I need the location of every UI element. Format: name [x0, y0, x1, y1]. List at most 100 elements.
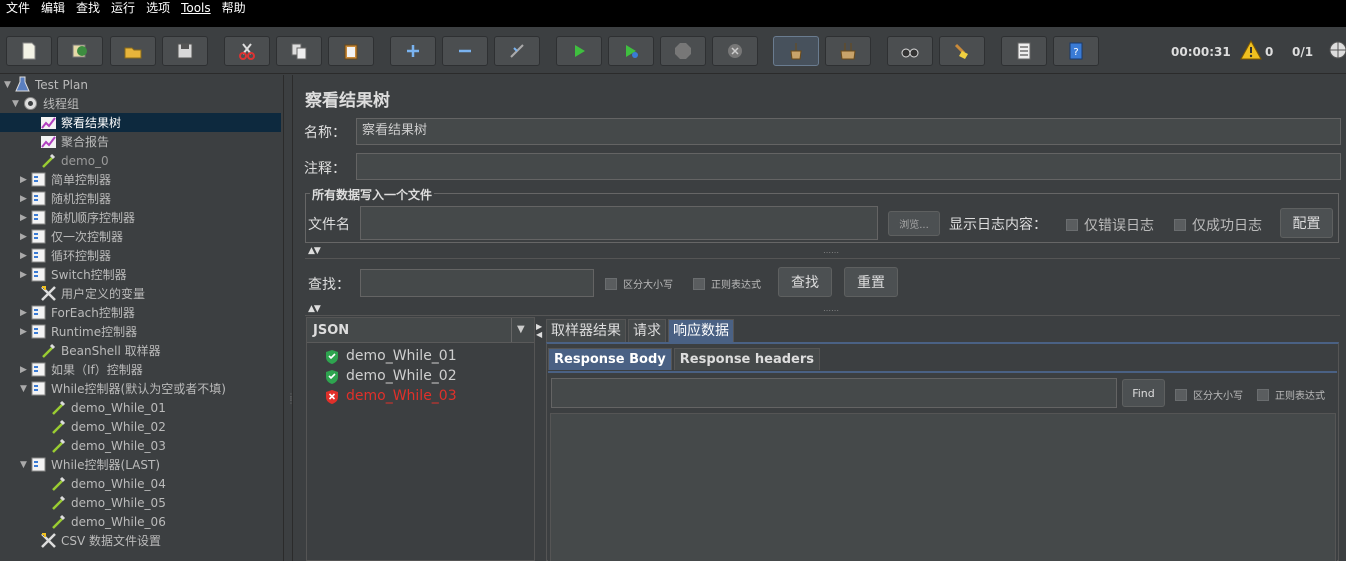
collapsed-toggle-icon[interactable]: ▶	[20, 270, 30, 280]
menu-help[interactable]: 帮助	[222, 0, 246, 16]
response-find-button[interactable]: Find	[1122, 379, 1165, 407]
search-case-checkbox[interactable]: 区分大小写	[605, 276, 673, 291]
response-text-area[interactable]	[550, 413, 1336, 561]
filename-field[interactable]	[360, 206, 878, 240]
tree-node[interactable]: BeanShell 取样器	[0, 341, 161, 360]
start-button[interactable]	[556, 36, 602, 66]
cut-button[interactable]	[224, 36, 270, 66]
tree-node[interactable]: ▼ Test Plan	[0, 75, 88, 94]
tree-node[interactable]: ▼ While控制器(默认为空或者不填)	[0, 379, 226, 398]
tree-splitter[interactable]: ⋮ ⋮	[283, 75, 295, 561]
tree-node[interactable]: ▶ 随机控制器	[0, 189, 111, 208]
collapsed-toggle-icon[interactable]: ▶	[20, 175, 30, 185]
configure-button[interactable]: 配置	[1280, 208, 1333, 238]
find-button[interactable]: 查找	[778, 267, 832, 297]
function-helper-button[interactable]	[1001, 36, 1047, 66]
renderer-select[interactable]: JSON ▼	[307, 318, 534, 343]
menu-run[interactable]: 运行	[111, 0, 135, 16]
expanded-toggle-icon[interactable]: ▼	[12, 99, 22, 109]
detail-tab[interactable]: 取样器结果	[546, 319, 626, 343]
search-button[interactable]	[887, 36, 933, 66]
tree-node[interactable]: ▼ While控制器(LAST)	[0, 455, 160, 474]
collapsed-toggle-icon[interactable]: ▶	[20, 251, 30, 261]
collapsed-toggle-icon[interactable]: ▶	[20, 232, 30, 242]
split-grip-2[interactable]: ⋯⋯	[823, 306, 839, 315]
tree-node[interactable]: ▶ 循环控制器	[0, 246, 111, 265]
split-grip-1[interactable]: ⋯⋯	[823, 248, 839, 257]
response-find-field[interactable]	[551, 378, 1117, 408]
split-arrows-2[interactable]: ▲▼	[308, 304, 321, 314]
result-item[interactable]: demo_While_03	[325, 388, 457, 404]
search-field[interactable]	[360, 269, 594, 297]
tree-node[interactable]: ▶ 简单控制器	[0, 170, 111, 189]
shutdown-button[interactable]	[712, 36, 758, 66]
response-regex-checkbox[interactable]: 正则表达式	[1257, 387, 1325, 402]
search-regex-checkbox[interactable]: 正则表达式	[693, 276, 761, 291]
menu-options[interactable]: 选项	[146, 0, 170, 16]
collapsed-toggle-icon[interactable]: ▶	[20, 308, 30, 318]
tree-node[interactable]: demo_While_03	[0, 436, 166, 455]
detail-tab[interactable]: 请求	[628, 319, 666, 343]
clear-button[interactable]	[773, 36, 819, 66]
collapsed-toggle-icon[interactable]: ▶	[20, 213, 30, 223]
copy-button[interactable]	[276, 36, 322, 66]
tree-node[interactable]: ▼ 线程组	[0, 94, 79, 113]
tree-node[interactable]: ▶ Switch控制器	[0, 265, 127, 284]
tree-node[interactable]: ▶ 如果（If）控制器	[0, 360, 143, 379]
stop-button[interactable]	[660, 36, 706, 66]
start-no-pause-button[interactable]	[608, 36, 654, 66]
menu-tools[interactable]: Tools	[181, 0, 211, 16]
expanded-toggle-icon[interactable]: ▼	[4, 80, 14, 90]
save-button[interactable]	[162, 36, 208, 66]
tree-node[interactable]: ▶ 随机顺序控制器	[0, 208, 135, 227]
tree-node[interactable]: 聚合报告	[0, 132, 109, 151]
success-only-checkbox[interactable]: 仅成功日志	[1174, 215, 1262, 235]
reset-search-button[interactable]	[939, 36, 985, 66]
collapsed-toggle-icon[interactable]: ▶	[20, 327, 30, 337]
templates-button[interactable]	[57, 36, 103, 66]
tree-node[interactable]: demo_While_02	[0, 417, 166, 436]
expand-button[interactable]	[390, 36, 436, 66]
response-case-checkbox[interactable]: 区分大小写	[1175, 387, 1243, 402]
errors-only-checkbox[interactable]: 仅错误日志	[1066, 215, 1154, 235]
toggle-button[interactable]	[494, 36, 540, 66]
tree-node[interactable]: ▶ ForEach控制器	[0, 303, 135, 322]
tree-node[interactable]: 察看结果树	[0, 113, 281, 132]
collapsed-toggle-icon[interactable]: ▶	[20, 194, 30, 204]
tree-node[interactable]: ▶ Runtime控制器	[0, 322, 137, 341]
errors-only-label: 仅错误日志	[1084, 218, 1154, 234]
menu-edit[interactable]: 编辑	[41, 0, 65, 16]
tree-node[interactable]: demo_While_01	[0, 398, 166, 417]
warning-icon[interactable]	[1240, 40, 1262, 60]
tree-node[interactable]: demo_0	[0, 151, 109, 170]
expanded-toggle-icon[interactable]: ▼	[20, 384, 30, 394]
open-button[interactable]	[110, 36, 156, 66]
tree-node[interactable]: demo_While_05	[0, 493, 166, 512]
clear-all-button[interactable]	[825, 36, 871, 66]
menu-search[interactable]: 查找	[76, 0, 100, 16]
name-field[interactable]: 察看结果树	[356, 118, 1341, 145]
tree-node[interactable]: demo_While_04	[0, 474, 166, 493]
browse-button[interactable]: 浏览...	[888, 211, 940, 236]
reset-button[interactable]: 重置	[844, 267, 898, 297]
remote-icon[interactable]	[1328, 40, 1346, 60]
collapsed-toggle-icon[interactable]: ▶	[20, 365, 30, 375]
response-subtab[interactable]: Response headers	[673, 348, 821, 370]
tree-node[interactable]: demo_While_06	[0, 512, 166, 531]
collapse-button[interactable]	[442, 36, 488, 66]
split-arrows-1[interactable]: ▲▼	[308, 246, 321, 256]
menu-file[interactable]: 文件	[6, 0, 30, 16]
paste-button[interactable]	[328, 36, 374, 66]
response-subtab[interactable]: Response Body	[548, 348, 672, 370]
tree-node[interactable]: ▶ 仅一次控制器	[0, 227, 123, 246]
tree-node[interactable]: 用户定义的变量	[0, 284, 145, 303]
expanded-toggle-icon[interactable]: ▼	[20, 460, 30, 470]
new-button[interactable]	[6, 36, 52, 66]
result-item[interactable]: demo_While_01	[325, 348, 457, 364]
comment-field[interactable]	[356, 153, 1341, 180]
results-splitter[interactable]: ▶ ◀	[536, 317, 542, 561]
result-item[interactable]: demo_While_02	[325, 368, 457, 384]
help-button[interactable]: ?	[1053, 36, 1099, 66]
detail-tab[interactable]: 响应数据	[668, 319, 734, 343]
tree-node[interactable]: CSV 数据文件设置	[0, 531, 161, 550]
